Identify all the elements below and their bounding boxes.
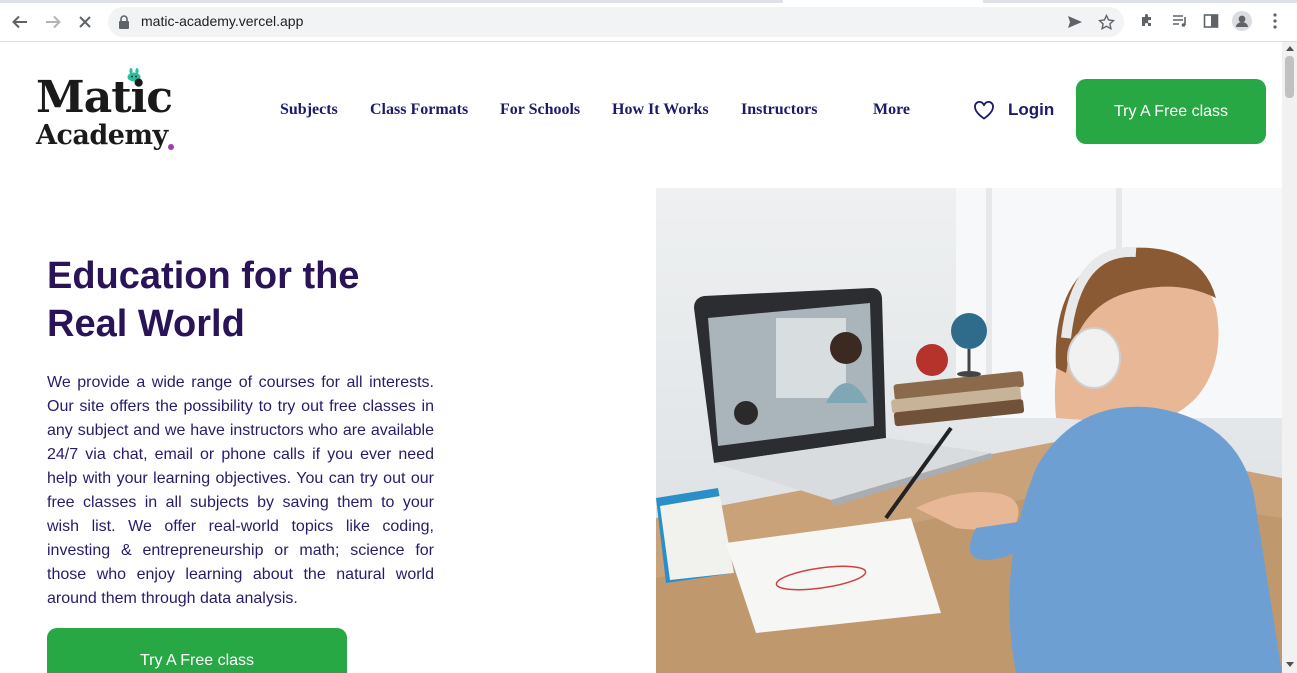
send-icon[interactable]: [1067, 14, 1083, 30]
lock-icon: [119, 15, 129, 29]
hero-try-free-class-button[interactable]: Try A Free class: [47, 628, 347, 673]
back-button[interactable]: [9, 11, 31, 33]
scroll-up-arrow-icon[interactable]: [1286, 46, 1294, 51]
hero-image: [656, 188, 1282, 673]
hero-title: Education for the Real World: [47, 252, 447, 348]
profile-avatar-icon[interactable]: [1232, 11, 1252, 31]
nav-how-it-works[interactable]: How It Works: [612, 101, 709, 119]
nav-subjects[interactable]: Subjects: [280, 101, 338, 119]
nav-more[interactable]: More: [873, 101, 910, 119]
login-link[interactable]: Login: [1008, 100, 1054, 120]
logo-text-academy: Academy: [36, 120, 168, 151]
logo-dot: [168, 144, 174, 150]
heart-icon[interactable]: [973, 100, 995, 120]
url-text: matic-academy.vercel.app: [141, 13, 304, 29]
forward-button[interactable]: [42, 11, 64, 33]
browser-toolbar: matic-academy.vercel.app: [0, 0, 1297, 42]
logo-text-matic: Matic: [36, 72, 173, 123]
nav-instructors[interactable]: Instructors: [741, 101, 817, 119]
address-bar[interactable]: matic-academy.vercel.app: [108, 7, 1124, 37]
page-content: Matic Academy Subjects Class Formats For…: [0, 42, 1282, 673]
arrow-left-icon: [12, 15, 27, 29]
scrollbar-thumb[interactable]: [1285, 56, 1294, 98]
scroll-down-arrow-icon[interactable]: [1286, 662, 1294, 667]
close-icon: [79, 16, 91, 28]
extensions-icon[interactable]: [1137, 11, 1157, 31]
kebab-menu-icon[interactable]: [1265, 11, 1285, 31]
media-control-icon[interactable]: [1170, 11, 1190, 31]
side-panel-icon[interactable]: [1201, 11, 1221, 31]
active-tab-indicator: [783, 0, 983, 3]
tab-strip: [0, 0, 1297, 3]
hero-title-line2: Real World: [47, 303, 245, 345]
arrow-right-icon: [46, 15, 61, 29]
hero-description: We provide a wide range of courses for a…: [47, 374, 434, 607]
scrollbar[interactable]: [1282, 42, 1297, 673]
hero-title-line1: Education for the: [47, 255, 360, 297]
student-laptop-illustration: [656, 188, 1282, 673]
nav-for-schools[interactable]: For Schools: [500, 101, 580, 119]
nav-class-formats[interactable]: Class Formats: [370, 101, 468, 119]
stop-button[interactable]: [74, 11, 96, 33]
star-icon[interactable]: [1098, 14, 1115, 31]
try-free-class-button[interactable]: Try A Free class: [1076, 79, 1266, 144]
logo[interactable]: Matic Academy: [36, 68, 186, 158]
